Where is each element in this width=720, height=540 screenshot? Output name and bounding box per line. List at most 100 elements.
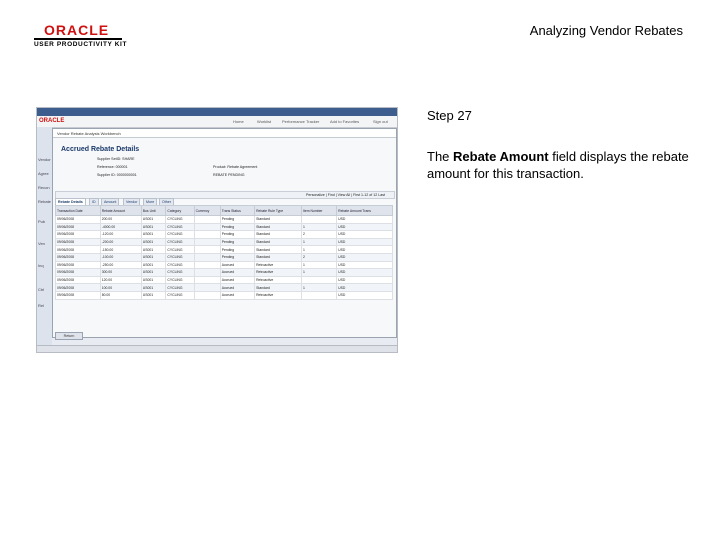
table-cell: 300.00 <box>99 268 142 277</box>
column-header[interactable]: Rebate Rule Type <box>254 205 302 216</box>
info-status: REBATE PENDING <box>213 173 245 177</box>
table-cell: Retroactive <box>254 290 302 300</box>
window-titlebar: Vendor Rebate Analysis Workbench <box>53 129 396 138</box>
table-cell: Accrued <box>219 268 256 277</box>
table-cell: 09/06/2008 <box>55 252 101 262</box>
column-header[interactable]: Rebate Amount Trans <box>336 205 393 216</box>
table-cell: USD <box>336 245 393 254</box>
table-cell: USD <box>336 222 393 232</box>
column-header[interactable]: Rebate Amount <box>99 205 142 216</box>
table-cell: 09/06/2008 <box>55 230 101 239</box>
table-row: 09/06/2008 -100.00 US001 CYCLING Pending Stan… <box>55 252 393 262</box>
grid-tabs: Rebate Details ID Amount Vendor More Oth… <box>55 198 393 206</box>
info-reference: Reference: 000001 <box>97 165 128 169</box>
table-row: 09/06/2008 -150.00 US001 CYCLING Pending Stan… <box>55 245 393 254</box>
table-cell <box>193 230 221 239</box>
table-cell: Standard <box>254 222 302 232</box>
table-cell: USD <box>336 260 393 270</box>
table-cell: CYCLING <box>165 260 195 270</box>
table-cell: 2 <box>300 252 338 262</box>
column-header[interactable]: Item Number <box>300 205 338 216</box>
left-navigation: Vendor Agree Recon Rebate Pub Ven Inq Ct… <box>37 127 52 352</box>
left-nav-item[interactable]: Recon <box>38 185 50 190</box>
table-cell: -4000.00 <box>99 222 142 232</box>
table-cell: CYCLING <box>165 290 195 300</box>
table-cell: US001 <box>140 215 167 224</box>
logo-wordmark: ORACLE <box>44 22 110 38</box>
table-cell: 09/06/2008 <box>55 290 101 300</box>
column-header[interactable]: Currency <box>193 205 221 216</box>
nav-link-worklist[interactable]: Worklist <box>257 119 271 124</box>
table-cell: Pending <box>219 252 256 262</box>
left-nav-item[interactable]: Pub <box>38 219 45 224</box>
table-cell: 80.00 <box>99 290 142 300</box>
column-header[interactable]: Trans Status <box>219 205 256 216</box>
table-row: 09/06/2008 -4000.00 US001 CYCLING Pending Sta… <box>55 222 393 232</box>
table-cell: Standard <box>254 283 302 292</box>
left-nav-item[interactable]: Rel <box>38 303 44 308</box>
table-cell: 1 <box>300 260 338 270</box>
table-cell: 09/06/2008 <box>55 283 101 292</box>
table-cell: CYCLING <box>165 275 195 285</box>
table-cell <box>193 245 221 254</box>
table-cell: Retroactive <box>254 268 302 277</box>
table-row: 09/06/2008 120.00 US001 CYCLING Accrued Retro… <box>55 275 393 285</box>
table-body: 09/06/2008 200.00 US001 CYCLING Pending Stand… <box>55 215 393 300</box>
table-cell: USD <box>336 275 393 285</box>
table-cell: 09/06/2008 <box>55 275 101 285</box>
left-nav-item[interactable]: Vendor <box>38 157 51 162</box>
table-cell: Pending <box>219 237 256 247</box>
table-cell <box>193 290 221 300</box>
table-cell: Standard <box>254 252 302 262</box>
rebate-details-table: Transaction Date Rebate Amount Bus Unit Cat… <box>55 205 393 300</box>
table-cell: 1 <box>300 237 338 247</box>
column-header[interactable]: Category <box>165 205 195 216</box>
column-header[interactable]: Transaction Date <box>55 205 101 216</box>
table-cell: US001 <box>140 275 167 285</box>
table-row: 09/06/2008 -200.00 US001 CYCLING Pending Stan… <box>55 237 393 247</box>
info-supplier-id: Supplier ID: 0000000001 <box>97 173 137 177</box>
left-nav-item[interactable]: Agree <box>38 171 49 176</box>
nav-link-signout[interactable]: Sign out <box>373 119 388 124</box>
column-header[interactable]: Bus Unit <box>140 205 167 216</box>
table-cell: 09/06/2008 <box>55 260 101 270</box>
grid-navigation[interactable]: Personalize | Find | View All | First 1-… <box>306 193 385 197</box>
workbench-window: Vendor Rebate Analysis Workbench Accrued… <box>52 128 397 340</box>
nav-link-performance[interactable]: Performance Tracker <box>282 119 319 124</box>
nav-link-favorites[interactable]: Add to Favorites <box>330 119 359 124</box>
table-cell: US001 <box>140 230 167 239</box>
table-cell: USD <box>336 237 393 247</box>
table-cell: 09/06/2008 <box>55 245 101 254</box>
left-nav-item[interactable]: Ctrl <box>38 287 44 292</box>
table-cell <box>193 283 221 292</box>
table-cell: 2 <box>300 230 338 239</box>
table-cell: 09/06/2008 <box>55 268 101 277</box>
table-cell: US001 <box>140 252 167 262</box>
table-cell: US001 <box>140 237 167 247</box>
table-cell: CYCLING <box>165 283 195 292</box>
table-row: 09/06/2008 -250.00 US001 CYCLING Accrued Retr… <box>55 260 393 270</box>
nav-link-home[interactable]: Home <box>233 119 244 124</box>
table-cell: Pending <box>219 215 256 224</box>
table-row: 09/06/2008 200.00 US001 CYCLING Pending Stand… <box>55 215 393 224</box>
table-cell: 1 <box>300 245 338 254</box>
logo-underline <box>34 38 122 40</box>
table-cell: Standard <box>254 245 302 254</box>
table-cell: US001 <box>140 222 167 232</box>
table-row: 09/06/2008 100.00 US001 CYCLING Accrued Stand… <box>55 283 393 292</box>
table-cell: Pending <box>219 245 256 254</box>
table-cell: 1 <box>300 222 338 232</box>
left-nav-item[interactable]: Ven <box>38 241 45 246</box>
table-cell <box>193 237 221 247</box>
table-row: 09/06/2008 -120.00 US001 CYCLING Pending Stan… <box>55 230 393 239</box>
left-nav-item[interactable]: Rebate <box>38 199 51 204</box>
horizontal-scrollbar[interactable] <box>37 345 397 352</box>
table-cell: CYCLING <box>165 245 195 254</box>
table-row: 09/06/2008 300.00 US001 CYCLING Accrued Retro… <box>55 268 393 277</box>
table-cell: 1 <box>300 283 338 292</box>
table-cell <box>193 268 221 277</box>
return-button[interactable]: Return <box>55 332 83 340</box>
table-cell: 09/06/2008 <box>55 215 101 224</box>
left-nav-item[interactable]: Inq <box>38 263 44 268</box>
table-cell: Pending <box>219 222 256 232</box>
